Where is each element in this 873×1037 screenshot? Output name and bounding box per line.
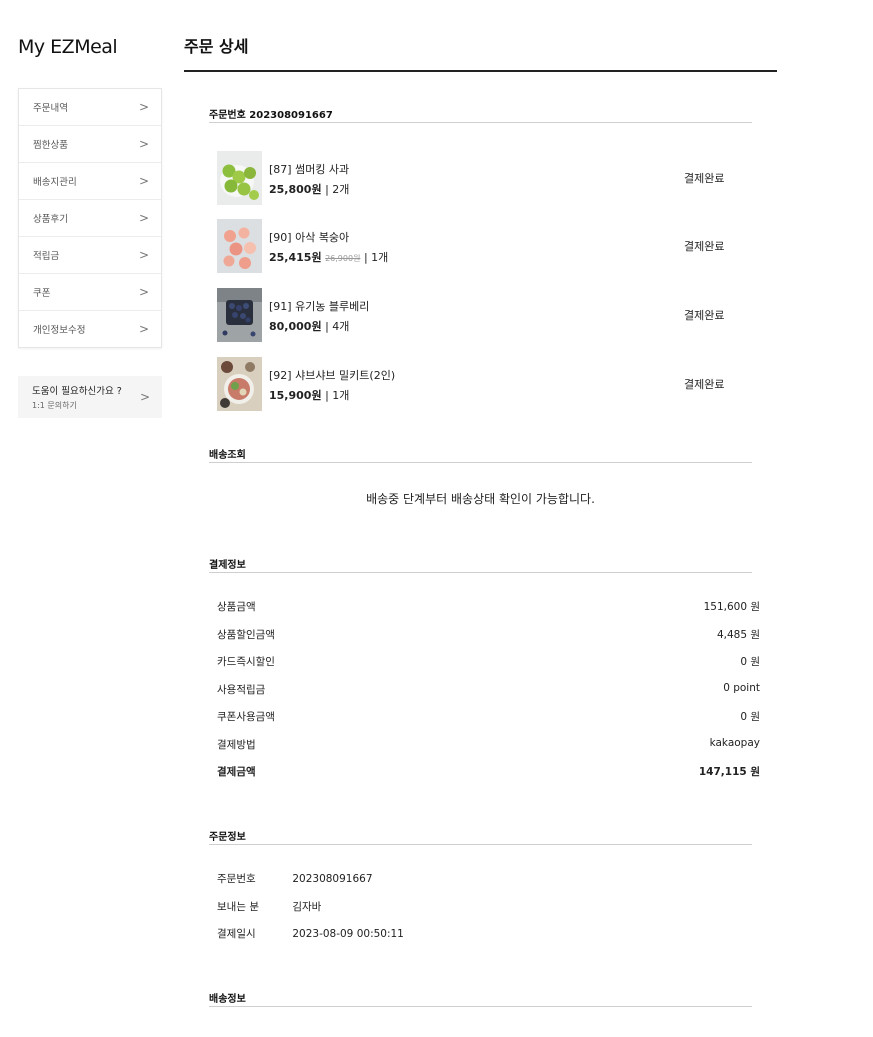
product-image-shabu-shabu-meal-kit[interactable] [217,357,262,411]
product-price-line: 15,900원 | 1개 [269,387,349,403]
payment-value: 147,115 원 [698,766,760,778]
sidebar-item-profile[interactable]: 개인정보수정 > [19,311,161,347]
order-status: 결제완료 [684,240,725,253]
order-info-row: 주문번호 202308091667 [217,871,373,886]
sidebar-item-coupons[interactable]: 쿠폰 > [19,274,161,311]
product-quantity: | 4개 [325,320,350,333]
payment-label: 결제방법 [217,739,256,751]
chevron-right-icon: > [138,174,149,188]
sidebar-item-points[interactable]: 적립금 > [19,237,161,274]
sidebar-item-label: 배송지관리 [33,177,77,188]
delivery-tracking-header: 배송조회 [209,446,752,463]
sidebar-item-orders[interactable]: 주문내역 > [19,89,161,126]
product-quantity: | 1개 [325,389,350,402]
payment-value: 4,485 원 [716,629,760,641]
payment-label: 쿠폰사용금액 [217,711,275,723]
payment-label: 결제금액 [217,766,256,778]
order-status: 결제완료 [684,378,725,391]
sidebar-item-label: 찜한상품 [33,140,68,151]
product-price: 80,000원 [269,320,322,333]
product-price: 25,415원 [269,251,322,264]
payment-row: 결제방법 kakaopay [217,737,760,752]
payment-row: 사용적립금 0 point [217,682,760,697]
order-info-value: 김자바 [292,901,322,913]
sidebar-item-reviews[interactable]: 상품후기 > [19,200,161,237]
payment-label: 상품금액 [217,601,256,613]
payment-row: 카드즉시할인 0 원 [217,654,760,669]
product-image-peaches[interactable] [217,219,262,273]
order-item: [92] 샤브샤브 밀키트(2인) 15,900원 | 1개 결제완료 [217,357,727,411]
chevron-right-icon: > [139,390,150,404]
shipping-info-header: 배송정보 [209,990,752,1007]
order-item: [90] 아삭 복숭아 25,415원 26,900원 | 1개 결제완료 [217,219,727,273]
sidebar-item-label: 적립금 [33,251,60,262]
chevron-right-icon: > [138,248,149,262]
product-name[interactable]: [87] 썸머킹 사과 [269,161,349,177]
payment-label: 사용적립금 [217,684,266,696]
payment-label: 상품할인금액 [217,629,275,641]
order-item: [91] 유기농 블루베리 80,000원 | 4개 결제완료 [217,288,727,342]
sidebar-item-addresses[interactable]: 배송지관리 > [19,163,161,200]
order-info-label: 결제일시 [217,928,256,940]
order-info-value: 202308091667 [292,873,373,885]
product-image-green-apples[interactable] [217,151,262,205]
payment-value: 0 원 [740,656,760,668]
sidebar-item-label: 주문내역 [33,103,68,114]
chevron-right-icon: > [138,137,149,151]
help-inquiry-button[interactable]: 도움이 필요하신가요 ? 1:1 문의하기 > [18,376,162,418]
order-info-label: 주문번호 [217,873,256,885]
product-name[interactable]: [90] 아삭 복숭아 [269,229,349,245]
product-original-price: 26,900원 [325,254,361,263]
payment-info-header: 결제정보 [209,556,752,573]
order-number-header: 주문번호 202308091667 [209,106,752,123]
product-quantity: | 1개 [363,251,389,264]
product-price-line: 25,415원 26,900원 | 1개 [269,249,388,265]
help-title: 도움이 필요하신가요 ? [32,386,122,397]
payment-row: 상품금액 151,600 원 [217,599,760,614]
chevron-right-icon: > [138,285,149,299]
product-price-line: 25,800원 | 2개 [269,181,349,197]
chevron-right-icon: > [138,322,149,336]
order-item: [87] 썸머킹 사과 25,800원 | 2개 결제완료 [217,151,727,205]
payment-value: 0 point [723,682,760,694]
payment-value: 0 원 [740,711,760,723]
help-text: 도움이 필요하신가요 ? 1:1 문의하기 [32,383,122,411]
sidebar-menu: 주문내역 > 찜한상품 > 배송지관리 > 상품후기 > 적립금 > 쿠폰 > … [18,88,162,348]
payment-row: 상품할인금액 4,485 원 [217,627,760,642]
order-info-row: 결제일시 2023-08-09 00:50:11 [217,926,404,941]
sidebar-item-label: 쿠폰 [33,288,51,299]
help-subtitle: 1:1 문의하기 [32,401,77,410]
sidebar-item-wishlist[interactable]: 찜한상품 > [19,126,161,163]
delivery-notice: 배송중 단계부터 배송상태 확인이 가능합니다. [366,492,595,506]
order-info-value: 2023-08-09 00:50:11 [292,928,404,940]
order-status: 결제완료 [684,309,725,322]
product-name[interactable]: [92] 샤브샤브 밀키트(2인) [269,367,395,383]
payment-label: 카드즉시할인 [217,656,275,668]
product-name[interactable]: [91] 유기농 블루베리 [269,298,369,314]
payment-row: 쿠폰사용금액 0 원 [217,709,760,724]
chevron-right-icon: > [138,211,149,225]
page-title: 주문 상세 [184,37,249,56]
order-info-label: 보내는 분 [217,901,259,913]
order-status: 결제완료 [684,172,725,185]
title-divider [184,70,777,72]
product-image-blueberries[interactable] [217,288,262,342]
chevron-right-icon: > [138,100,149,114]
brand-title[interactable]: My EZMeal [18,36,118,58]
payment-value: 151,600 원 [703,601,760,613]
order-info-header: 주문정보 [209,828,752,845]
payment-value: kakaopay [709,737,760,749]
order-info-row: 보내는 분 김자바 [217,899,321,914]
product-price: 15,900원 [269,389,322,402]
product-price-line: 80,000원 | 4개 [269,318,349,334]
payment-total-row: 결제금액 147,115 원 [217,764,760,779]
product-quantity: | 2개 [325,183,350,196]
product-price: 25,800원 [269,183,322,196]
sidebar-item-label: 상품후기 [33,214,68,225]
sidebar-item-label: 개인정보수정 [33,325,86,336]
